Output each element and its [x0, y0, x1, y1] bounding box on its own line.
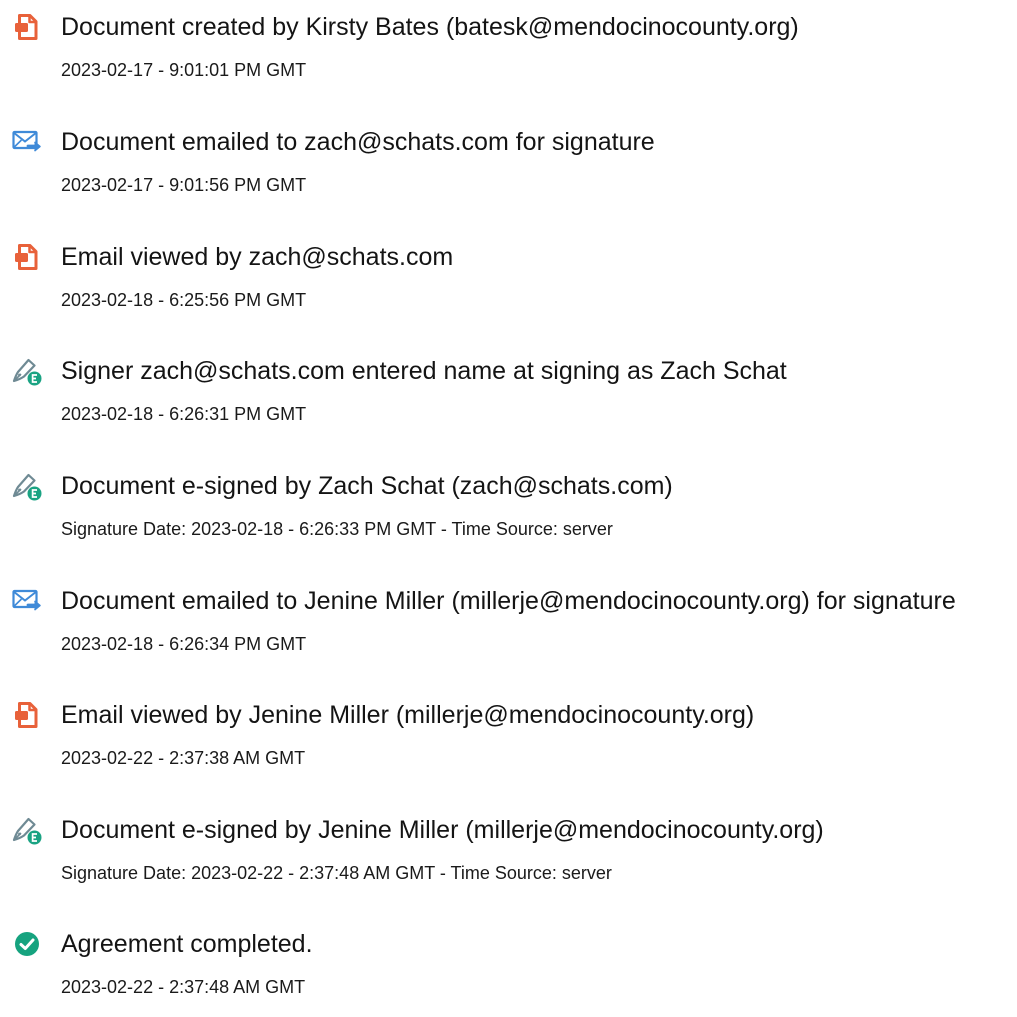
- audit-event-email-viewed: Email viewed by zach@schats.com 2023-02-…: [0, 230, 1017, 330]
- event-title: Document emailed to zach@schats.com for …: [61, 128, 655, 156]
- audit-event-document-emailed: Document emailed to Jenine Miller (mille…: [0, 574, 1017, 674]
- event-title: Document e-signed by Zach Schat (zach@sc…: [61, 472, 673, 500]
- email-send-icon: [10, 125, 44, 159]
- document-icon: [10, 10, 44, 44]
- event-timestamp: 2023-02-22 - 2:37:38 AM GMT: [61, 748, 306, 768]
- e-sign-pen-icon: [10, 354, 44, 388]
- event-title: Document emailed to Jenine Miller (mille…: [61, 587, 956, 615]
- event-title: Email viewed by Jenine Miller (millerje@…: [61, 701, 755, 729]
- email-send-icon: [10, 584, 44, 618]
- audit-event-email-viewed: Email viewed by Jenine Miller (millerje@…: [0, 688, 1017, 788]
- event-title: Agreement completed.: [61, 930, 313, 958]
- audit-event-document-created: Document created by Kirsty Bates (batesk…: [0, 0, 1017, 100]
- event-signature-date: Signature Date: 2023-02-22 - 2:37:48 AM …: [61, 863, 612, 883]
- audit-event-document-e-signed: Document e-signed by Jenine Miller (mill…: [0, 803, 1017, 903]
- event-signature-date: Signature Date: 2023-02-18 - 6:26:33 PM …: [61, 519, 613, 539]
- event-timestamp: 2023-02-22 - 2:37:48 AM GMT: [61, 977, 306, 997]
- event-timestamp: 2023-02-17 - 9:01:56 PM GMT: [61, 175, 307, 195]
- document-icon: [10, 240, 44, 274]
- audit-event-document-emailed: Document emailed to zach@schats.com for …: [0, 115, 1017, 215]
- audit-event-document-e-signed: Document e-signed by Zach Schat (zach@sc…: [0, 459, 1017, 559]
- check-circle-icon: [10, 927, 44, 961]
- event-timestamp: 2023-02-18 - 6:26:34 PM GMT: [61, 634, 307, 654]
- e-sign-pen-icon: [10, 469, 44, 503]
- event-title: Signer zach@schats.com entered name at s…: [61, 357, 787, 385]
- event-title: Email viewed by zach@schats.com: [61, 243, 454, 271]
- event-timestamp: 2023-02-18 - 6:25:56 PM GMT: [61, 290, 307, 310]
- event-title: Document e-signed by Jenine Miller (mill…: [61, 816, 824, 844]
- event-title: Document created by Kirsty Bates (batesk…: [61, 13, 799, 41]
- document-icon: [10, 698, 44, 732]
- audit-event-agreement-completed: Agreement completed. 2023-02-22 - 2:37:4…: [0, 917, 1017, 1017]
- e-sign-pen-icon: [10, 813, 44, 847]
- audit-event-signer-entered-name: Signer zach@schats.com entered name at s…: [0, 344, 1017, 444]
- event-timestamp: 2023-02-18 - 6:26:31 PM GMT: [61, 404, 307, 424]
- event-timestamp: 2023-02-17 - 9:01:01 PM GMT: [61, 60, 307, 80]
